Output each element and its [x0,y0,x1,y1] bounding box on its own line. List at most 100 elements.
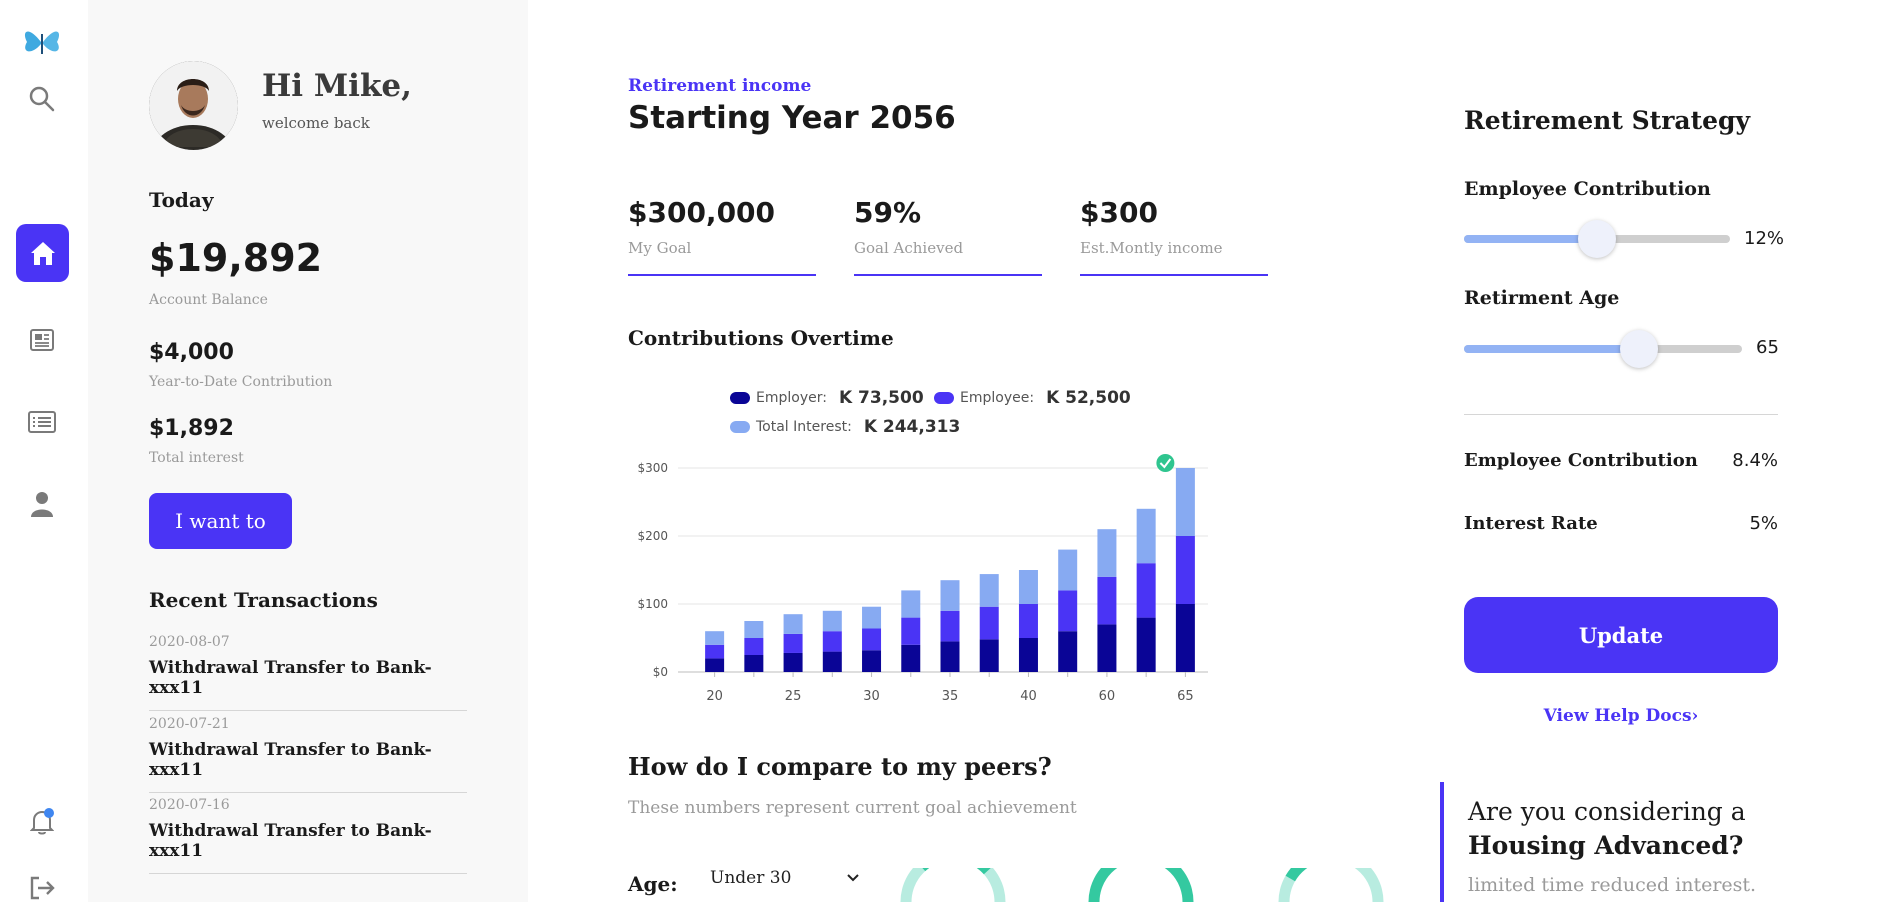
retirement-age-value: 65 [1756,337,1779,358]
bar-segment-employee [1136,563,1156,618]
peer-gauge [1278,868,1384,902]
y-tick-label: $100 [637,597,668,611]
logout-icon[interactable] [20,866,64,902]
transaction-description: Withdrawal Transfer to Bank-xxx11 [149,821,432,861]
retirement-income-label: Retirement income [628,76,812,96]
bar-segment-employer [1136,617,1156,672]
legend-label: Employer: [756,390,827,406]
transaction-row[interactable]: 2020-07-16 Withdrawal Transfer to Bank-x… [149,797,467,874]
icon-rail [0,0,88,902]
legend-total-interest: Total Interest: K 244,313 [730,417,960,437]
bar-segment-employer [940,641,960,672]
peers-subtitle: These numbers represent current goal ach… [628,798,1077,818]
retirement-strategy-title: Retirement Strategy [1464,106,1751,135]
greeting: Hi Mike, [262,68,412,104]
x-tick-label: 35 [942,689,959,704]
slider-handle[interactable] [1578,220,1616,258]
x-tick-label: 65 [1177,689,1194,704]
goal-achieved-stat: 59% Goal Achieved [854,192,1042,276]
butterfly-logo-icon[interactable] [20,20,64,64]
x-tick-label: 25 [785,689,802,704]
promo-line2: Housing Advanced? [1468,831,1744,860]
account-balance-label: Account Balance [149,292,268,308]
monthly-income-value: $300 [1080,196,1158,229]
bar-segment-employee [1058,590,1078,632]
goal-achieved-label: Goal Achieved [854,239,964,257]
slider-fill [1464,345,1640,353]
bar-segment-employer [783,652,803,672]
today-label: Today [149,188,214,212]
peers-title: How do I compare to my peers? [628,752,1052,781]
peer-gauge [900,868,1006,902]
legend-swatch [934,392,954,404]
x-tick-label: 60 [1099,689,1116,704]
legend-value: K 73,500 [838,388,924,408]
employee-contribution-label: Employee Contribution [1464,178,1711,200]
bar-segment-total-interest [979,574,999,607]
row-value: 5% [1749,513,1778,534]
welcome-text: welcome back [262,114,370,132]
bar-segment-total-interest [1175,468,1195,536]
retirement-age-slider[interactable] [1464,330,1742,368]
bar-segment-employer [1018,638,1038,672]
promo-headline: Are you considering a Housing Advanced? [1468,795,1746,863]
divider [1464,414,1778,415]
x-tick-label: 30 [863,689,880,704]
transaction-row[interactable]: 2020-08-07 Withdrawal Transfer to Bank-x… [149,634,467,711]
i-want-to-button[interactable]: I want to [149,493,292,549]
goal-stat: $300,000 My Goal [628,192,816,276]
home-icon[interactable] [16,224,69,282]
bar-segment-total-interest [901,590,921,618]
bar-segment-total-interest [862,606,882,629]
employee-contribution-row: Employee Contribution 8.4% [1464,450,1778,471]
contributions-title: Contributions Overtime [628,326,894,350]
bar-segment-total-interest [940,580,960,611]
bar-segment-total-interest [1018,570,1038,604]
update-button[interactable]: Update [1464,597,1778,673]
news-icon[interactable] [20,318,64,362]
view-help-docs-link[interactable]: View Help Docs› [1464,706,1778,726]
avatar[interactable] [149,61,238,150]
search-icon[interactable] [20,77,64,121]
notifications-icon[interactable] [20,800,64,844]
legend-value: K 52,500 [1046,388,1131,408]
legend-label: Employee: [960,390,1035,406]
x-tick-label: 40 [1020,689,1037,704]
strategy-panel: Retirement Strategy Employee Contributio… [1440,0,1898,902]
y-tick-label: $300 [637,461,668,475]
bar-segment-employer [705,658,725,672]
bar-segment-total-interest [1136,508,1156,564]
bar-segment-employee [822,631,842,652]
legend-swatch [730,392,750,404]
recent-transactions-title: Recent Transactions [149,588,378,612]
bar-segment-employer [1058,631,1078,672]
starting-year-title: Starting Year 2056 [628,100,956,136]
transaction-description: Withdrawal Transfer to Bank-xxx11 [149,740,432,780]
row-label: Interest Rate [1464,513,1598,534]
goal-achieved-value: 59% [854,196,922,229]
transaction-date: 2020-07-16 [149,797,230,813]
monthly-income-label: Est.Montly income [1080,239,1223,257]
bar-segment-total-interest [744,621,764,638]
transaction-row[interactable]: 2020-07-21 Withdrawal Transfer to Bank-x… [149,716,467,793]
list-icon[interactable] [20,400,64,444]
slider-handle[interactable] [1620,330,1659,368]
row-value: 8.4% [1732,450,1778,471]
retirement-age-label: Retirment Age [1464,287,1620,309]
employee-contribution-slider[interactable] [1464,220,1730,258]
bar-segment-employee [744,638,764,655]
check-icon [1156,454,1175,472]
bar-segment-total-interest [705,631,725,645]
bar-segment-employer [1175,604,1195,672]
profile-icon[interactable] [20,482,64,526]
account-panel: Hi Mike, welcome back Today $19,892 Acco… [88,0,528,902]
monthly-income-stat: $300 Est.Montly income [1080,192,1268,276]
age-select[interactable]: Under 30 [710,868,860,888]
employee-contribution-value: 12% [1744,228,1785,249]
total-interest: $1,892 [149,416,234,441]
legend-employer: Employer: K 73,500 [730,388,924,408]
age-select-value: Under 30 [710,868,792,888]
bar-segment-employer [744,655,764,672]
bar-segment-employee [705,644,725,659]
promo-subtitle: limited time reduced interest. [1468,874,1757,896]
